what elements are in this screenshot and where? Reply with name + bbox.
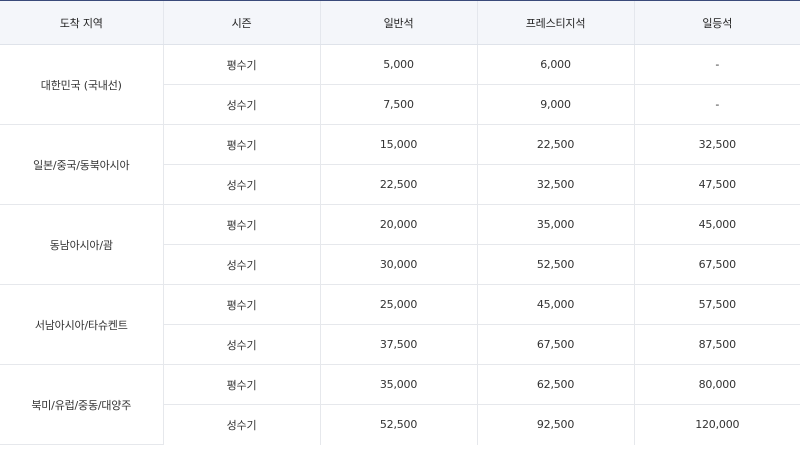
prestige-cell: 22,500	[476, 124, 634, 165]
prestige-cell: 52,500	[476, 244, 634, 285]
economy-cell: 22,500	[319, 164, 477, 205]
region-cell: 일본/중국/동북아시아	[0, 124, 163, 205]
season-cell: 성수기	[162, 404, 320, 445]
prestige-cell: 9,000	[476, 84, 634, 125]
first-cell: 32,500	[633, 124, 800, 165]
season-cell: 평수기	[162, 44, 320, 85]
prestige-cell: 6,000	[476, 44, 634, 85]
table-row: 서남아시아/타슈켄트 평수기 25,000 45,000 57,500	[0, 284, 800, 365]
first-cell: -	[633, 44, 800, 85]
first-cell: 80,000	[633, 364, 800, 405]
economy-cell: 30,000	[319, 244, 477, 285]
season-cell: 평수기	[162, 364, 320, 405]
first-cell: 87,500	[633, 324, 800, 365]
season-cell: 성수기	[162, 244, 320, 285]
region-cell: 대한민국 (국내선)	[0, 44, 163, 125]
prestige-cell: 62,500	[476, 364, 634, 405]
first-cell: -	[633, 84, 800, 125]
prestige-cell: 45,000	[476, 284, 634, 325]
table-row: 동남아시아/괌 평수기 20,000 35,000 45,000	[0, 204, 800, 285]
first-cell: 120,000	[633, 404, 800, 445]
mileage-table: 도착 지역 시즌 일반석 프레스티지석 일등석 대한민국 (국내선) 평수기 5…	[0, 0, 800, 445]
prestige-cell: 32,500	[476, 164, 634, 205]
prestige-cell: 67,500	[476, 324, 634, 365]
table-row: 일본/중국/동북아시아 평수기 15,000 22,500 32,500	[0, 124, 800, 205]
table-header: 도착 지역 시즌 일반석 프레스티지석 일등석	[0, 0, 800, 45]
table-row: 대한민국 (국내선) 평수기 5,000 6,000 -	[0, 44, 800, 125]
header-prestige: 프레스티지석	[476, 0, 634, 45]
first-cell: 67,500	[633, 244, 800, 285]
season-cell: 평수기	[162, 204, 320, 245]
season-cell: 평수기	[162, 284, 320, 325]
economy-cell: 25,000	[319, 284, 477, 325]
economy-cell: 15,000	[319, 124, 477, 165]
first-cell: 45,000	[633, 204, 800, 245]
economy-cell: 20,000	[319, 204, 477, 245]
header-economy: 일반석	[319, 0, 477, 45]
region-cell: 북미/유럽/중동/대양주	[0, 364, 163, 445]
economy-cell: 35,000	[319, 364, 477, 405]
region-cell: 동남아시아/괌	[0, 204, 163, 285]
header-first: 일등석	[633, 0, 800, 45]
first-cell: 57,500	[633, 284, 800, 325]
economy-cell: 5,000	[319, 44, 477, 85]
header-region: 도착 지역	[0, 0, 163, 45]
economy-cell: 7,500	[319, 84, 477, 125]
table-row: 북미/유럽/중동/대양주 평수기 35,000 62,500 80,000	[0, 364, 800, 445]
region-cell: 서남아시아/타슈켄트	[0, 284, 163, 365]
season-cell: 평수기	[162, 124, 320, 165]
season-cell: 성수기	[162, 164, 320, 205]
economy-cell: 52,500	[319, 404, 477, 445]
header-row: 도착 지역 시즌 일반석 프레스티지석 일등석	[0, 0, 800, 45]
season-cell: 성수기	[162, 84, 320, 125]
first-cell: 47,500	[633, 164, 800, 205]
prestige-cell: 92,500	[476, 404, 634, 445]
header-season: 시즌	[162, 0, 320, 45]
table-body: 대한민국 (국내선) 평수기 5,000 6,000 - 성수기 7,500 9…	[0, 44, 800, 445]
prestige-cell: 35,000	[476, 204, 634, 245]
season-cell: 성수기	[162, 324, 320, 365]
economy-cell: 37,500	[319, 324, 477, 365]
